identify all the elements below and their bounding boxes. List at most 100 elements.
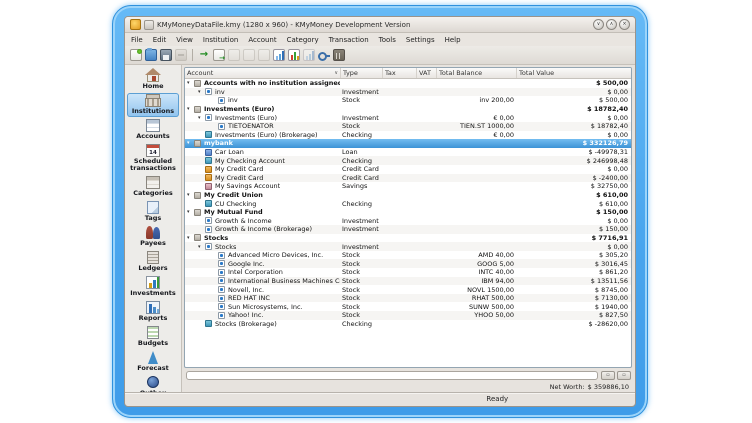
price-chart-icon[interactable] xyxy=(273,49,285,61)
table-row[interactable]: Sun Microsystems, Inc.StockSUNW 500,00$ … xyxy=(185,302,631,311)
sidebar-item-categories[interactable]: Categories xyxy=(127,175,179,199)
sidebar-item-ledgers[interactable]: Ledgers xyxy=(127,250,179,274)
column-header-vat[interactable]: VAT xyxy=(416,68,436,78)
table-row[interactable]: ▾mybank$ 332126,79 xyxy=(185,139,631,148)
total-balance-cell: NOVL 1500,00 xyxy=(436,286,516,294)
new-account-icon[interactable] xyxy=(213,49,225,61)
table-row[interactable]: My Savings AccountSavings$ 32750,00 xyxy=(185,182,631,191)
total-value-cell: $ 1940,00 xyxy=(516,303,631,311)
column-header-total-value[interactable]: Total Value xyxy=(516,68,631,78)
table-row[interactable]: ▾Stocks$ 7716,91 xyxy=(185,234,631,243)
maximize-button[interactable]: ∧ xyxy=(606,19,617,30)
table-row[interactable]: ▾Accounts with no institution assigned$ … xyxy=(185,79,631,88)
close-button[interactable]: × xyxy=(619,19,630,30)
expand-arrow-icon[interactable]: ▾ xyxy=(198,243,205,251)
table-row[interactable]: Stocks (Brokerage)Checking$ -28620,00 xyxy=(185,320,631,329)
expand-arrow-icon[interactable]: ▾ xyxy=(187,191,194,199)
account-cell: CU Checking xyxy=(185,200,340,208)
sidebar-item-institutions[interactable]: Institutions xyxy=(127,93,179,117)
account-name: Yahoo! Inc. xyxy=(228,311,263,319)
update-forward-icon[interactable] xyxy=(198,49,210,61)
table-row[interactable]: Car LoanLoan$ -49978,31 xyxy=(185,148,631,157)
table-row[interactable]: ▾Investments (Euro)$ 18782,40 xyxy=(185,105,631,114)
expand-arrow-icon[interactable]: ▾ xyxy=(187,139,194,147)
total-value-cell: $ 246998,48 xyxy=(516,157,631,165)
menu-edit[interactable]: Edit xyxy=(153,36,167,44)
titlebar[interactable]: KMyMoneyDataFile.kmy (1280 x 960) - KMyM… xyxy=(125,17,635,33)
menu-settings[interactable]: Settings xyxy=(406,36,435,44)
table-row[interactable]: ▾My Mutual Fund$ 150,00 xyxy=(185,208,631,217)
expand-arrow-icon[interactable]: ▾ xyxy=(187,105,194,113)
window-buttons: ∨∧× xyxy=(593,19,630,30)
table-row[interactable]: Google Inc.StockGOOG 5,00$ 3016,45 xyxy=(185,259,631,268)
save-file-icon[interactable] xyxy=(160,49,172,61)
menu-account[interactable]: Account xyxy=(248,36,276,44)
column-header-total-balance[interactable]: Total Balance xyxy=(436,68,516,78)
sidebar-item-reports[interactable]: Reports xyxy=(127,300,179,324)
table-row[interactable]: Advanced Micro Devices, Inc.StockAMD 40,… xyxy=(185,251,631,260)
sidebar-item-scheduled-transactions[interactable]: 14Scheduled transactions xyxy=(127,143,179,174)
type-cell: Stock xyxy=(340,303,382,311)
sidebar-item-accounts[interactable]: Accounts xyxy=(127,118,179,142)
table-row[interactable]: ▾StocksInvestment$ 0,00 xyxy=(185,242,631,251)
sidebar-item-forecast[interactable]: Forecast xyxy=(127,350,179,374)
online-key-icon[interactable] xyxy=(318,49,330,61)
total-value-cell: $ 305,20 xyxy=(516,251,631,259)
column-header-type[interactable]: Type xyxy=(340,68,382,78)
sidebar-item-investments[interactable]: Investments xyxy=(127,275,179,299)
sidebar-item-home[interactable]: Home xyxy=(127,68,179,92)
hscroll-button-right[interactable]: ▫ xyxy=(617,371,631,380)
expand-arrow-icon[interactable]: ▾ xyxy=(187,234,194,242)
minimize-button[interactable]: ∨ xyxy=(593,19,604,30)
expand-arrow-icon[interactable]: ▾ xyxy=(198,114,205,122)
menu-institution[interactable]: Institution xyxy=(203,36,238,44)
institution-icon[interactable] xyxy=(333,49,345,61)
menu-view[interactable]: View xyxy=(176,36,193,44)
sidebar-item-budgets[interactable]: Budgets xyxy=(127,325,179,349)
table-row[interactable]: Growth & IncomeInvestment$ 0,00 xyxy=(185,217,631,226)
expand-arrow-icon[interactable]: ▾ xyxy=(198,88,205,96)
scroll-buttons: ▫▫ xyxy=(601,371,631,380)
horizontal-scrollbar[interactable] xyxy=(186,371,598,380)
menu-category[interactable]: Category xyxy=(287,36,319,44)
account-cell: My Credit Card xyxy=(185,165,340,173)
menu-tools[interactable]: Tools xyxy=(379,36,396,44)
table-row[interactable]: TIETOENATORStockTIEN.ST 1000,00$ 18782,4… xyxy=(185,122,631,131)
table-row[interactable]: ▾Investments (Euro)Investment€ 0,00$ 0,0… xyxy=(185,113,631,122)
menu-file[interactable]: File xyxy=(131,36,143,44)
expand-arrow-icon[interactable]: ▾ xyxy=(187,79,194,87)
table-row[interactable]: RED HAT INCStockRHAT 500,00$ 7130,00 xyxy=(185,294,631,303)
table-row[interactable]: invStockinv 200,00$ 500,00 xyxy=(185,96,631,105)
bottom-scroll-row: ▫▫ xyxy=(184,368,632,381)
table-row[interactable]: My Checking AccountChecking$ 246998,48 xyxy=(185,156,631,165)
table-row[interactable]: My Credit CardCredit Card$ -2400,00 xyxy=(185,174,631,183)
table-row[interactable]: ▾My Credit Union$ 610,00 xyxy=(185,191,631,200)
investment-performance-icon[interactable] xyxy=(288,49,300,61)
table-row[interactable]: ▾invInvestment$ 0,00 xyxy=(185,88,631,97)
goto-transfer-icon xyxy=(258,49,270,61)
sidebar-item-tags[interactable]: Tags xyxy=(127,200,179,224)
hscroll-button-left[interactable]: ▫ xyxy=(601,371,615,380)
new-file-icon[interactable] xyxy=(130,49,142,61)
menu-help[interactable]: Help xyxy=(445,36,461,44)
table-row[interactable]: Growth & Income (Brokerage)Investment$ 1… xyxy=(185,225,631,234)
savings-account-icon xyxy=(205,183,212,190)
sort-indicator-icon: ∨ xyxy=(334,70,338,76)
table-row[interactable]: My Credit CardCredit Card$ 0,00 xyxy=(185,165,631,174)
table-row[interactable]: CU CheckingChecking$ 610,00 xyxy=(185,199,631,208)
menu-transaction[interactable]: Transaction xyxy=(329,36,369,44)
kmymoney-app-icon[interactable] xyxy=(130,19,141,30)
table-row[interactable]: Investments (Euro) (Brokerage)Checking€ … xyxy=(185,131,631,140)
sidebar-item-payees[interactable]: Payees xyxy=(127,225,179,249)
sidebar-item-outbox[interactable]: Outbox xyxy=(127,375,179,392)
expand-arrow-icon[interactable]: ▾ xyxy=(187,208,194,216)
open-file-icon[interactable] xyxy=(145,49,157,61)
account-name: Advanced Micro Devices, Inc. xyxy=(228,251,323,259)
account-name: Google Inc. xyxy=(228,260,265,268)
table-row[interactable]: Intel CorporationStockINTC 40,00$ 861,20 xyxy=(185,268,631,277)
column-header-account[interactable]: Account∨ xyxy=(185,68,340,78)
column-header-tax[interactable]: Tax xyxy=(382,68,416,78)
table-row[interactable]: International Business Machines Corp (IB… xyxy=(185,277,631,286)
table-row[interactable]: Yahoo! Inc.StockYHOO 50,00$ 827,50 xyxy=(185,311,631,320)
table-row[interactable]: Novell, Inc.StockNOVL 1500,00$ 8745,00 xyxy=(185,285,631,294)
